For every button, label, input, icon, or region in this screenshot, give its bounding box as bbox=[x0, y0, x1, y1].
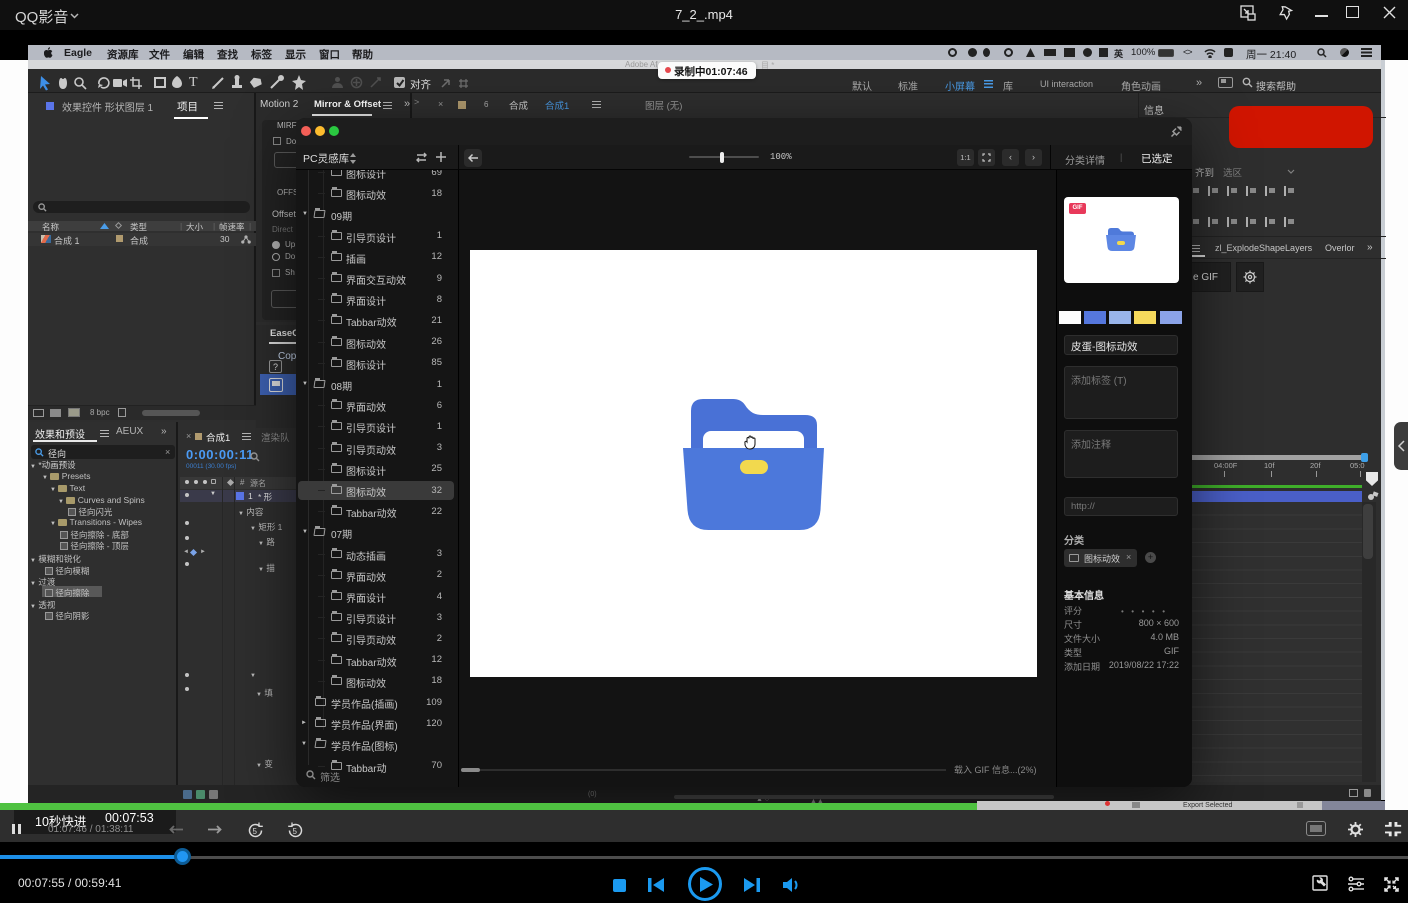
svg-text:5: 5 bbox=[253, 827, 258, 836]
svg-text:5: 5 bbox=[293, 827, 298, 836]
